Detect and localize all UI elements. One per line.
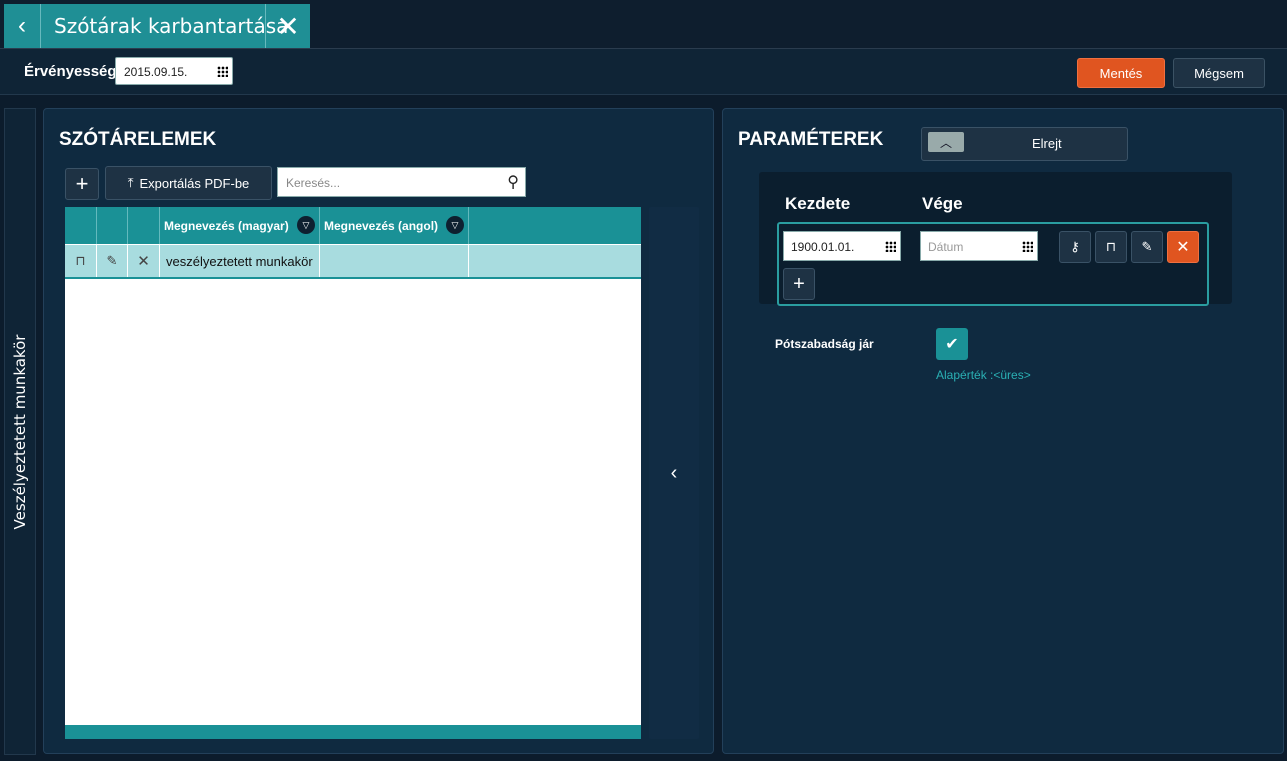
add-item-button[interactable]: + xyxy=(65,168,99,200)
unlock-button[interactable]: ⊓ xyxy=(1095,231,1127,263)
panel-title: PARAMÉTEREK xyxy=(738,129,884,150)
search-placeholder: Keresés... xyxy=(286,176,341,190)
top-bar: ‹ Szótárak karbantartása ✕ xyxy=(0,0,1287,49)
start-date-value: 1900.01.01. xyxy=(791,240,855,254)
save-button[interactable]: Mentés xyxy=(1077,58,1165,88)
end-date-input[interactable]: Dátum xyxy=(920,231,1038,261)
unlock-icon[interactable]: ⊓ xyxy=(65,245,97,277)
cell-name-hungarian: veszélyeztetett munkakör xyxy=(160,245,320,277)
toolbar: Érvényesség 2015.09.15. Mentés Mégsem xyxy=(0,49,1287,95)
edit-icon: ✎ xyxy=(1141,239,1153,254)
end-date-placeholder: Dátum xyxy=(928,240,964,254)
back-icon[interactable]: ‹ xyxy=(4,4,41,48)
key-icon: ⚷ xyxy=(1070,239,1080,254)
filter-icon[interactable]: ▽ xyxy=(297,216,315,234)
extra-leave-checkbox[interactable]: ✔ xyxy=(936,328,968,360)
cell-filler xyxy=(469,245,641,277)
cancel-button[interactable]: Mégsem xyxy=(1173,58,1265,88)
column-title: Megnevezés (angol) xyxy=(324,219,439,233)
start-date-input[interactable]: 1900.01.01. xyxy=(783,231,901,261)
checkmark-icon: ✔ xyxy=(945,336,959,353)
delete-icon[interactable]: ✕ xyxy=(128,245,160,277)
close-icon: ✕ xyxy=(1176,239,1190,256)
end-label: Vége xyxy=(922,194,963,213)
add-period-button[interactable]: + xyxy=(783,268,815,300)
key-button[interactable]: ⚷ xyxy=(1059,231,1091,263)
chevron-up-icon: ︿ xyxy=(928,132,964,152)
validity-date-value: 2015.09.15. xyxy=(124,65,188,79)
filter-icon[interactable]: ▽ xyxy=(446,216,464,234)
export-pdf-button[interactable]: ⤒ Exportálás PDF-be xyxy=(105,166,272,200)
calendar-icon[interactable] xyxy=(1022,241,1033,252)
side-panel-label: Veszélyeztetett munkakör xyxy=(11,334,29,529)
grid-header: Megnevezés (magyar) ▽ Megnevezés (angol)… xyxy=(65,207,641,244)
start-label: Kezdete xyxy=(785,194,851,213)
edit-button[interactable]: ✎ xyxy=(1131,231,1163,263)
calendar-icon[interactable] xyxy=(885,241,896,252)
header-filler xyxy=(469,207,641,244)
period-row: 1900.01.01. Dátum ⚷ ⊓ ✎ ✕ + xyxy=(777,222,1209,306)
validity-period-box: Kezdete Vége 1900.01.01. Dátum ⚷ ⊓ ✎ ✕ + xyxy=(759,172,1232,306)
hide-toggle-button[interactable]: ︿ Elrejt xyxy=(921,127,1128,161)
header-action-col xyxy=(65,207,97,244)
collapse-panel-button[interactable]: ‹ xyxy=(649,207,699,739)
dictionary-items-panel: SZÓTÁRELEMEK + ⤒ Exportálás PDF-be Keres… xyxy=(43,108,714,754)
edit-icon[interactable]: ✎ xyxy=(97,245,128,277)
search-icon[interactable]: ⚲ xyxy=(507,168,519,198)
parameters-panel: PARAMÉTEREK ︿ Elrejt Kezdete Vége 1900.0… xyxy=(722,108,1284,754)
default-value-text: Alapérték :<üres> xyxy=(936,368,1031,382)
column-header-hungarian[interactable]: Megnevezés (magyar) ▽ xyxy=(160,207,320,244)
extra-leave-label: Pótszabadság jár xyxy=(775,337,874,351)
export-label: Exportálás PDF-be xyxy=(139,175,250,191)
side-panel-tab[interactable]: Veszélyeztetett munkakör xyxy=(4,108,36,755)
unlock-icon: ⊓ xyxy=(1105,239,1117,254)
column-title: Megnevezés (magyar) xyxy=(164,219,289,233)
delete-button[interactable]: ✕ xyxy=(1167,231,1199,263)
header-action-col xyxy=(97,207,128,244)
upload-icon: ⤒ xyxy=(127,175,134,190)
close-icon[interactable]: ✕ xyxy=(265,4,310,48)
column-header-english[interactable]: Megnevezés (angol) ▽ xyxy=(320,207,469,244)
table-row[interactable]: ⊓ ✎ ✕ veszélyeztetett munkakör xyxy=(65,245,641,279)
grid-footer xyxy=(65,725,641,739)
validity-date-input[interactable]: 2015.09.15. xyxy=(115,57,233,85)
items-grid: Megnevezés (magyar) ▽ Megnevezés (angol)… xyxy=(65,207,641,739)
calendar-icon[interactable] xyxy=(217,66,228,77)
module-tab[interactable]: ‹ Szótárak karbantartása ✕ xyxy=(4,4,310,48)
search-input[interactable]: Keresés... ⚲ xyxy=(277,167,526,197)
cell-name-english xyxy=(320,245,469,277)
validity-label: Érvényesség xyxy=(24,63,117,80)
header-action-col xyxy=(128,207,160,244)
panel-title: SZÓTÁRELEMEK xyxy=(59,129,217,150)
page-title: Szótárak karbantartása xyxy=(54,14,289,38)
hide-label: Elrejt xyxy=(1032,136,1062,151)
